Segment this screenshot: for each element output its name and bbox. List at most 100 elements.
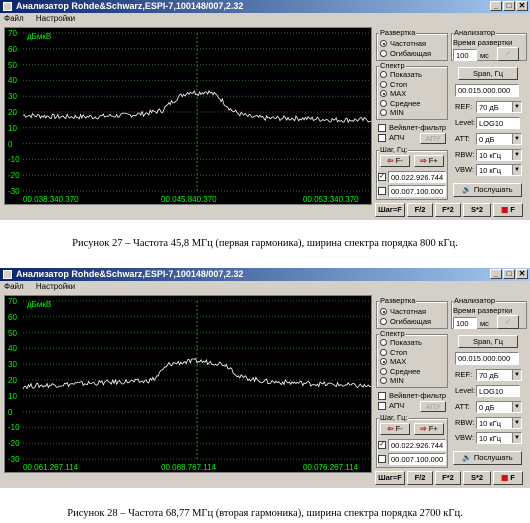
y-tick-label: 60	[8, 44, 17, 54]
f-minus-button[interactable]: ⇦ F-	[380, 155, 410, 167]
sweep-mode-option: Огибающая	[390, 49, 432, 58]
chart-f-button[interactable]: ▦ F	[493, 203, 523, 217]
afc-checkbox[interactable]	[378, 134, 386, 142]
chart-f-button[interactable]: ▦ F	[493, 471, 523, 485]
spectrum-radio[interactable]	[380, 367, 387, 375]
maximize-button[interactable]: □	[503, 1, 515, 11]
span-button[interactable]: Span, Гц	[458, 335, 518, 348]
step-field-2[interactable]: 00.007.100.000	[388, 185, 446, 197]
rbw-select[interactable]: 10 кГц ▼	[476, 417, 522, 429]
spectrum-radio[interactable]	[380, 90, 387, 97]
step-field-2[interactable]: 00.007.100.000	[388, 453, 446, 465]
speaker-icon: 🔊	[462, 453, 472, 462]
wavelet-checkbox[interactable]	[378, 392, 386, 400]
dropdown-arrow-icon: ▼	[512, 165, 521, 175]
rbw-select[interactable]: 10 кГц ▼	[476, 149, 522, 161]
att-select[interactable]: 0 дБ ▼	[476, 401, 522, 413]
spectrum-radio[interactable]	[380, 339, 387, 346]
att-select[interactable]: 0 дБ ▼	[476, 133, 522, 145]
afc-checkbox[interactable]	[378, 402, 386, 410]
f-div2-button[interactable]: F/2	[407, 471, 433, 485]
step-checkbox-1[interactable]: ✓	[378, 173, 386, 181]
spectrum-radio[interactable]	[380, 348, 387, 356]
agc-button[interactable]: АПУ	[420, 133, 446, 144]
vbw-select[interactable]: 10 кГц ▼	[476, 432, 522, 444]
s-mul2-button[interactable]: S*2	[463, 471, 491, 485]
spectrum-chart	[22, 32, 372, 192]
f-div2-button[interactable]: F/2	[407, 203, 433, 217]
dropdown-arrow-icon: ▼	[512, 418, 521, 428]
step-eq-f-button[interactable]: Шаг=F	[375, 471, 405, 485]
menu-file[interactable]: Файл	[4, 14, 24, 23]
step-checkbox-2[interactable]	[378, 455, 386, 463]
step-field-1[interactable]: 00.022.926.744	[388, 439, 446, 451]
apply-check-button[interactable]: ✓	[497, 315, 519, 329]
f-mul2-button[interactable]: F*2	[435, 203, 461, 217]
step-checkbox-2[interactable]	[378, 187, 386, 195]
y-tick-label: -10	[8, 423, 20, 433]
step-field-1[interactable]: 00.022.926.744	[388, 171, 446, 183]
analyzer-window: Анализатор Rohde&Schwarz,ESPI-7,100148/0…	[0, 0, 530, 220]
sweep-mode-radio[interactable]	[380, 308, 387, 315]
sweep-mode-radio[interactable]	[380, 318, 387, 325]
sweep-mode-option: Частотная	[390, 307, 427, 316]
wavelet-checkbox[interactable]	[378, 124, 386, 132]
level-select[interactable]: LOG10	[476, 117, 520, 129]
minimize-button[interactable]: _	[490, 1, 502, 11]
figure-caption: Рисунок 27 – Частота 45,8 МГц (первая га…	[72, 238, 458, 249]
vbw-select[interactable]: 10 кГц ▼	[476, 164, 522, 176]
spectrum-option: Стоп	[390, 79, 407, 89]
ref-select[interactable]: 70 дБ ▼	[476, 369, 522, 381]
step-title: Шаг, Гц:	[379, 413, 409, 422]
sweep-time-field[interactable]: 100	[453, 49, 477, 61]
att-value: 0 дБ	[479, 403, 495, 412]
listen-button[interactable]: 🔊 Послушать	[453, 451, 522, 465]
s-mul2-button[interactable]: S*2	[463, 203, 491, 217]
span-button[interactable]: Span, Гц	[458, 67, 518, 80]
rbw-label: RBW:	[455, 418, 475, 427]
step-checkbox-1[interactable]: ✓	[378, 441, 386, 449]
spectrum-radio[interactable]	[380, 109, 387, 116]
agc-button[interactable]: АПУ	[420, 401, 446, 412]
sweep-mode-radio[interactable]	[380, 50, 387, 57]
spectrum-title: Спектр	[379, 329, 406, 338]
menu-settings[interactable]: Настройки	[36, 282, 75, 291]
menu-file[interactable]: Файл	[4, 282, 24, 291]
spectrum-radio[interactable]	[380, 377, 387, 384]
level-select[interactable]: LOG10	[476, 385, 520, 397]
x-label-center: 00.068.767.114	[161, 463, 217, 472]
listen-button[interactable]: 🔊 Послушать	[453, 183, 522, 197]
sweep-mode-radio[interactable]	[380, 40, 387, 47]
spectrum-radio[interactable]	[380, 358, 387, 365]
sweep-mode-option: Частотная	[390, 39, 427, 48]
minimize-button[interactable]: _	[490, 269, 502, 279]
analyzer-title: Анализатор	[453, 28, 497, 37]
spectrum-option: MAX	[390, 89, 407, 98]
figure-caption: Рисунок 28 – Частота 68,77 МГц (вторая г…	[67, 508, 463, 519]
span-field[interactable]: 00.015.000.000	[455, 352, 519, 365]
sweep-mode-title: Развертка	[379, 296, 417, 305]
spectrum-radio[interactable]	[380, 71, 387, 78]
f-minus-label: F-	[395, 156, 403, 165]
f-plus-button[interactable]: ⇨ F+	[414, 423, 444, 435]
att-value: 0 дБ	[479, 135, 495, 144]
f-mul2-button[interactable]: F*2	[435, 471, 461, 485]
ref-select[interactable]: 70 дБ ▼	[476, 101, 522, 113]
step-eq-f-button[interactable]: Шаг=F	[375, 203, 405, 217]
title-bar: Анализатор Rohde&Schwarz,ESPI-7,100148/0…	[0, 0, 530, 13]
menu-settings[interactable]: Настройки	[36, 14, 75, 23]
arrow-right-icon: ⇨	[420, 156, 427, 165]
spectrum-radio[interactable]	[380, 80, 387, 88]
sweep-time-field[interactable]: 100	[453, 317, 477, 329]
f-plus-button[interactable]: ⇨ F+	[414, 155, 444, 167]
f-minus-button[interactable]: ⇦ F-	[380, 423, 410, 435]
y-unit-label: дБмкВ	[27, 32, 52, 41]
maximize-button[interactable]: □	[503, 269, 515, 279]
span-field[interactable]: 00.015.000.000	[455, 84, 519, 97]
apply-check-button[interactable]: ✓	[497, 47, 519, 61]
x-label-center: 00.045.840.370	[161, 195, 217, 204]
close-button[interactable]: ✕	[516, 1, 528, 11]
spectrum-radio[interactable]	[380, 99, 387, 107]
close-button[interactable]: ✕	[516, 269, 528, 279]
spectrum-option: MIN	[390, 108, 404, 117]
